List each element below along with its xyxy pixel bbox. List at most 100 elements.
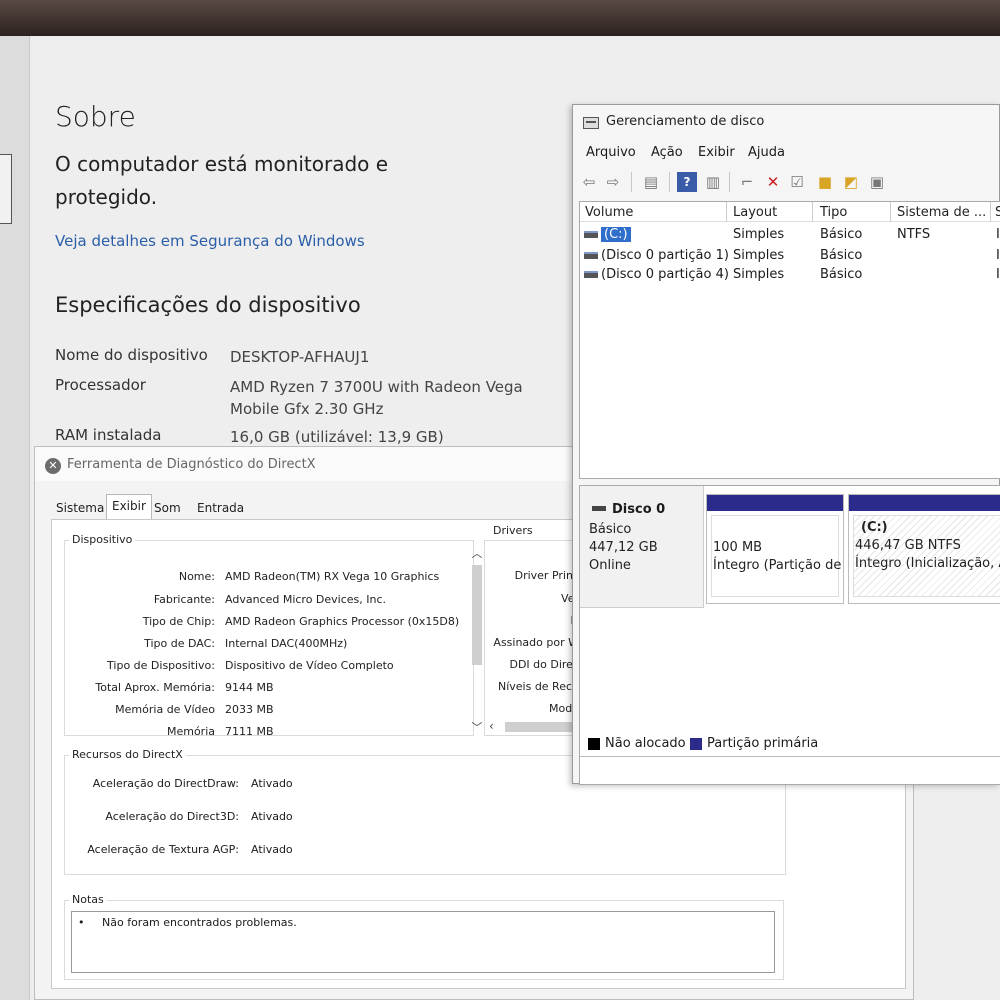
menu-ajuda[interactable]: Ajuda (748, 145, 785, 160)
disk-name: Disco 0 (612, 502, 666, 517)
notes-text: Não foram encontrados problemas. (102, 916, 297, 929)
partition-1[interactable]: 100 MB Íntegro (Partição de (706, 494, 844, 604)
notes-bullet: • (78, 916, 85, 929)
device-scrollbar[interactable]: ︿ ﹀ (469, 545, 485, 735)
tab-exibir[interactable]: Exibir (106, 494, 152, 519)
settings-icon[interactable]: ▣ (867, 172, 887, 192)
device-key: Fabricante: (153, 593, 215, 606)
device-group: Dispositivo Nome: AMD Radeon(TM) RX Vega … (64, 533, 483, 738)
search-folder-icon[interactable]: ◩ (841, 172, 861, 192)
drivers-group-label: Drivers (490, 524, 536, 537)
volume-type: Básico (820, 267, 863, 282)
device-key: Nome: (178, 570, 215, 583)
chevron-left-icon[interactable]: ‹ (489, 719, 494, 733)
left-edge-panel (0, 36, 30, 1000)
status-bar-divider (580, 756, 1000, 757)
menu-acao[interactable]: Ação (651, 145, 683, 160)
forward-icon[interactable]: ⇨ (603, 172, 623, 192)
volume-fs: NTFS (897, 227, 931, 242)
disk-graph-view: Disco 0 Básico 447,12 GB Online 100 MB Í… (579, 485, 1000, 785)
partition-label: (C:) (861, 520, 888, 535)
tab-entrada[interactable]: Entrada (192, 497, 249, 519)
toolbar-separator (729, 172, 730, 192)
disk-0-label[interactable]: Disco 0 Básico 447,12 GB Online (580, 486, 704, 608)
toolbar-separator (631, 172, 632, 192)
partition-bar (849, 495, 1000, 511)
column-divider[interactable] (812, 202, 813, 222)
help-icon[interactable]: ? (677, 172, 697, 192)
back-icon[interactable]: ⇦ (579, 172, 599, 192)
volume-list: Volume Layout Tipo Sistema de ... S (C:)… (579, 201, 1000, 479)
notes-textbox[interactable]: • Não foram encontrados problemas. (71, 911, 775, 973)
chevron-down-icon[interactable]: ﹀ (469, 719, 485, 735)
column-sistema[interactable]: Sistema de ... (897, 205, 986, 220)
check-icon[interactable]: ☑ (787, 172, 807, 192)
column-divider[interactable] (726, 202, 727, 222)
disk-size: 447,12 GB (589, 540, 658, 555)
drivers-hscrollbar[interactable]: ‹ (485, 719, 583, 735)
device-value: AMD Radeon(TM) RX Vega 10 Graphics (225, 570, 440, 583)
dm-titlebar[interactable]: Gerenciamento de disco (573, 105, 999, 139)
resource-value: Ativado (251, 810, 293, 823)
drivers-group: Driver Princ Ver D Assinado por W DDI do… (484, 540, 584, 736)
resource-key: Aceleração do DirectDraw: (92, 777, 239, 790)
folder-icon[interactable]: ■ (815, 172, 835, 192)
disk-management-icon (583, 117, 599, 129)
protection-status-text: O computador está monitorado e protegido… (55, 152, 389, 209)
device-key: Tipo de Dispositivo: (107, 659, 215, 672)
chevron-up-icon[interactable]: ︿ (469, 545, 485, 561)
volume-icon (584, 252, 598, 259)
driver-key: Níveis de Recu (497, 680, 579, 693)
volume-row[interactable]: (Disco 0 partição 1) Simples Básico I (580, 247, 1000, 266)
device-specs-heading: Especificações do dispositivo (55, 293, 361, 317)
device-row: Tipo de Dispositivo: Dispositivo de Vídeo… (65, 659, 465, 677)
disk-status: Online (589, 558, 631, 573)
spec-value: AMD Ryzen 7 3700U with Radeon Vega Mobil… (230, 378, 523, 418)
device-row: Total Aprox. Memória: 9144 MB (65, 681, 465, 699)
page-title: Sobre (55, 100, 136, 133)
volume-status: I (996, 267, 1000, 282)
view-icon[interactable]: ▥ (703, 172, 723, 192)
disk-type: Básico (589, 522, 632, 537)
column-volume[interactable]: Volume (585, 205, 633, 220)
scrollbar-thumb[interactable] (472, 565, 482, 665)
volume-type: Básico (820, 248, 863, 263)
connect-icon[interactable]: ⌐ (737, 172, 757, 192)
spec-key: Processador (55, 376, 146, 394)
column-tipo[interactable]: Tipo (820, 205, 847, 220)
partition-c[interactable]: (C:) 446,47 GB NTFS Íntegro (Inicializaç… (848, 494, 1000, 604)
volume-row[interactable]: (Disco 0 partição 4) Simples Básico I (580, 266, 1000, 285)
menu-arquivo[interactable]: Arquivo (586, 145, 636, 160)
device-key: Tipo de DAC: (144, 637, 215, 650)
device-value: 9144 MB (225, 681, 274, 694)
monitor-bezel (0, 0, 1000, 36)
notes-group: Notas • Não foram encontrados problemas. (64, 893, 784, 980)
resource-value: Ativado (251, 843, 293, 856)
device-key: Total Aprox. Memória: (95, 681, 215, 694)
device-value: 2033 MB (225, 703, 274, 716)
legend-swatch-unallocated (588, 738, 600, 750)
tab-som[interactable]: Som (149, 497, 186, 519)
resource-value: Ativado (251, 777, 293, 790)
edge-tab (0, 154, 12, 224)
security-details-link[interactable]: Veja detalhes em Segurança do Windows (55, 232, 365, 250)
menu-exibir[interactable]: Exibir (698, 145, 735, 160)
column-s[interactable]: S (995, 205, 1000, 220)
disk-management-window: Gerenciamento de disco Arquivo Ação Exib… (572, 104, 1000, 785)
tab-sistema[interactable]: Sistema (51, 497, 109, 519)
device-key: Tipo de Chip: (142, 615, 215, 628)
partition-size: 446,47 GB NTFS (855, 538, 961, 553)
column-divider[interactable] (990, 202, 991, 222)
delete-icon[interactable]: ✕ (763, 172, 783, 192)
device-value: 7111 MB (225, 725, 274, 738)
properties-icon[interactable]: ▤ (641, 172, 661, 192)
device-row: Tipo de DAC: Internal DAC(400MHz) (65, 637, 465, 655)
column-layout[interactable]: Layout (733, 205, 777, 220)
device-value: AMD Radeon Graphics Processor (0x15D8) (225, 615, 460, 628)
volume-layout: Simples (733, 248, 785, 263)
volume-row[interactable]: (C:) Simples Básico NTFS I (580, 226, 1000, 245)
volume-name: (Disco 0 partição 1) (601, 248, 729, 263)
legend-primary: Partição primária (707, 736, 819, 751)
column-divider[interactable] (890, 202, 891, 222)
device-value: Dispositivo de Vídeo Completo (225, 659, 394, 672)
